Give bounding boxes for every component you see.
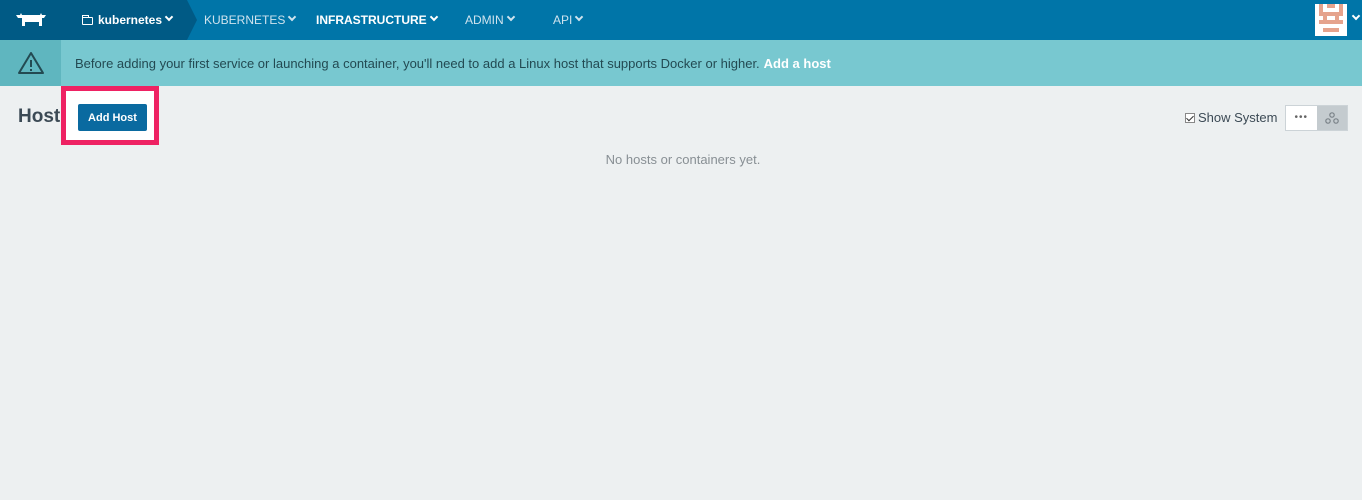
empty-state-message: No hosts or containers yet. [605,152,761,167]
nav-item-label: INFRASTRUCTURE [316,13,427,27]
banner-message: Before adding your first service or laun… [75,55,760,71]
nav-item-label: KUBERNETES [204,13,286,27]
nav-item-infrastructure[interactable]: INFRASTRUCTURE [316,0,438,40]
list-view-button[interactable]: ••• [1286,106,1317,130]
environment-name: kubernetes [98,13,163,27]
banner-icon-cell [0,40,61,86]
nav-item-admin[interactable]: ADMIN [465,0,515,40]
view-mode-toggle: ••• [1285,105,1348,131]
chevron-down-icon [288,12,297,22]
chevron-down-icon[interactable] [1351,11,1361,21]
add-a-host-link[interactable]: Add a host [764,56,831,71]
top-navigation-bar: kubernetes KUBERNETES INFRASTRUCTURE ADM… [0,0,1362,40]
chevron-down-icon [164,12,174,22]
nav-item-kubernetes[interactable]: KUBERNETES [204,0,297,40]
user-avatar[interactable] [1315,4,1347,36]
chevron-down-icon [506,12,515,22]
user-avatar-icon [1315,4,1347,36]
show-system-label: Show System [1198,110,1278,125]
show-system-toggle[interactable]: Show System [1185,110,1277,125]
banner-text: Before adding your first service or laun… [75,40,831,86]
nav-item-label: ADMIN [465,13,504,27]
chevron-down-icon [429,12,438,22]
warning-icon [17,52,44,74]
show-system-checkbox[interactable] [1185,112,1195,123]
add-host-button[interactable]: Add Host [78,104,147,131]
nav-item-label: API [553,13,573,27]
folder-icon [81,14,93,25]
list-dots-icon: ••• [1294,112,1308,123]
chevron-down-icon [575,12,584,22]
environment-switcher[interactable]: kubernetes [61,0,197,40]
cow-logo-icon [15,13,46,26]
cluster-view-button[interactable] [1316,106,1347,130]
cluster-icon [1324,112,1339,124]
home-logo[interactable] [0,0,61,40]
add-host-banner: Before adding your first service or laun… [0,40,1362,86]
nav-item-api[interactable]: API [553,0,584,40]
